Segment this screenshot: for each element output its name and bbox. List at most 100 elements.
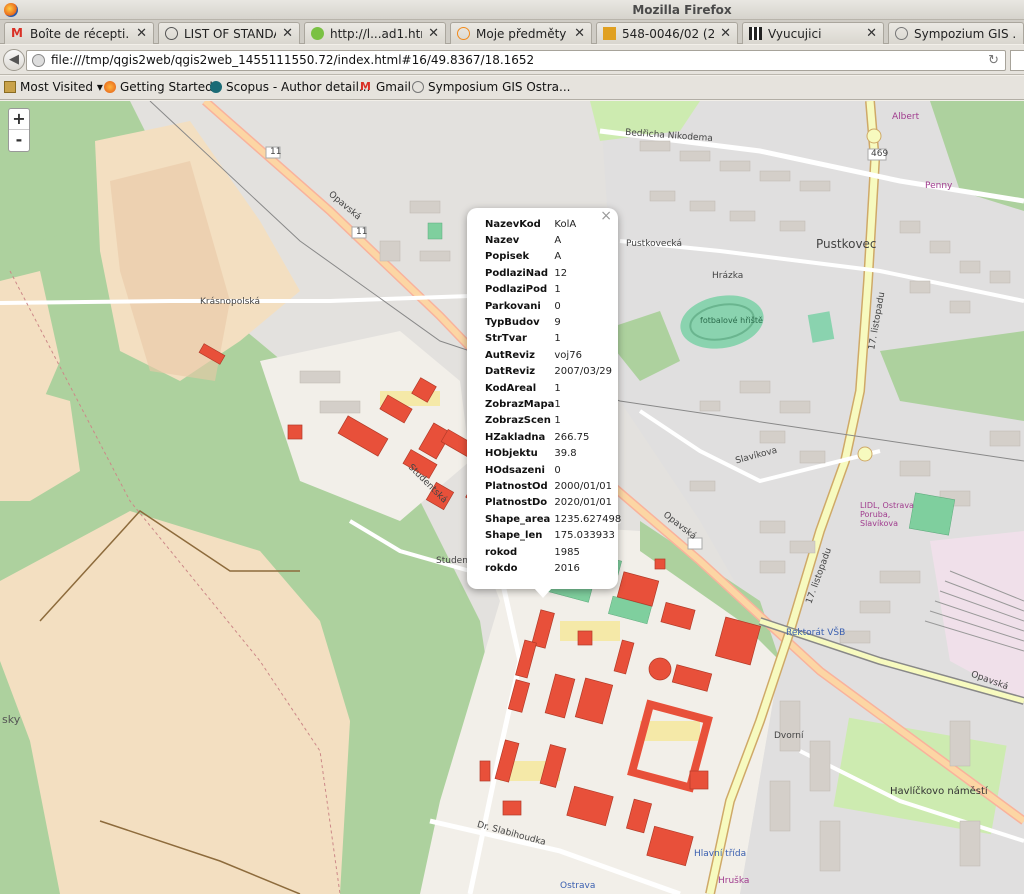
attribute-value: 2000/01/01: [554, 480, 613, 492]
zoom-out-button[interactable]: -: [9, 130, 29, 151]
grid-icon: [749, 27, 762, 40]
popup-close-button[interactable]: ×: [600, 208, 612, 224]
attribute-row: Shape_len 175.033933: [485, 527, 621, 543]
attribute-key: Nazev: [485, 235, 520, 247]
attribute-row: KodAreal 1: [485, 380, 621, 396]
tab-strip: M Boîte de récepti... ✕ LIST OF STANDA..…: [0, 20, 1024, 44]
tab-label: 548-0046/02 (20...: [622, 26, 714, 41]
zoom-control: + -: [8, 108, 30, 152]
attribute-value: A: [554, 251, 562, 263]
tab-moje-predmety[interactable]: Moje předměty ✕: [450, 22, 592, 44]
attribute-key: TypBudov: [485, 317, 540, 329]
site-identity-icon[interactable]: [32, 54, 45, 67]
attribute-key: Shape_len: [485, 530, 543, 542]
attribute-row: StrTvar 1: [485, 331, 621, 347]
bookmark-getting-started[interactable]: Getting Started: [104, 80, 213, 94]
bookmark-label: Symposium GIS Ostra...: [428, 80, 571, 94]
bookmark-symposium-gis[interactable]: Symposium GIS Ostra...: [412, 80, 570, 94]
attribute-row: ZobrazMapa 1: [485, 396, 621, 412]
attribute-key: PlatnostDo: [485, 497, 548, 509]
attribute-key: HZakladna: [485, 431, 546, 443]
attribute-row: TypBudov 9: [485, 314, 621, 330]
url-bar[interactable]: file:///tmp/qgis2web/qgis2web_1455111550…: [26, 50, 1006, 71]
attribute-value: 39.8: [554, 448, 577, 460]
bookmark-label: Most Visited ▾: [20, 80, 103, 94]
tab-vyucujici[interactable]: Vyucujici ✕: [742, 22, 884, 44]
tab-course-548[interactable]: 548-0046/02 (20... ✕: [596, 22, 738, 44]
moodle-icon: [457, 27, 470, 40]
tab-label: Boîte de récepti...: [30, 26, 131, 41]
attribute-key: Shape_area: [485, 513, 551, 525]
attribute-key: PodlaziPod: [485, 284, 548, 296]
attribute-row: DatReviz 2007/03/29: [485, 364, 621, 380]
tab-label: Vyucujici: [768, 26, 822, 41]
bookmark-label: Scopus - Author detail...: [226, 80, 371, 94]
feature-popup: × NazevKod KolA Nazev A Popisek A PodlaziNad 12…: [467, 208, 621, 598]
attribute-key: AutReviz: [485, 349, 535, 361]
gmail-icon: M: [11, 26, 23, 40]
scopus-icon: [210, 81, 222, 93]
attribute-value: 0: [554, 300, 561, 312]
close-tab-icon[interactable]: ✕: [428, 26, 439, 41]
bookmark-most-visited[interactable]: Most Visited ▾: [4, 80, 103, 94]
close-tab-icon[interactable]: ✕: [136, 26, 147, 41]
attribute-row: rokdo 2016: [485, 560, 621, 576]
reload-icon[interactable]: ↻: [988, 51, 999, 70]
bookmark-gmail[interactable]: M Gmail: [360, 80, 411, 94]
attribute-key: Parkovani: [485, 300, 541, 312]
url-text: file:///tmp/qgis2web/qgis2web_1455111550…: [51, 53, 535, 67]
map-canvas[interactable]: 11 11 469 Opavská Opavská Opavská Krásno…: [0, 101, 1024, 894]
folder-icon: [4, 81, 16, 93]
attribute-value: 1235.627498: [554, 513, 622, 525]
tab-sympozium-gis[interactable]: Sympozium GIS ...: [888, 22, 1024, 44]
tab-local-html[interactable]: http://l...ad1.html ✕: [304, 22, 446, 44]
attribute-row: rokod 1985: [485, 544, 621, 560]
attribute-key: DatReviz: [485, 366, 536, 378]
globe-icon: [895, 27, 908, 40]
back-button[interactable]: ◀: [3, 49, 25, 71]
navigation-toolbar: ◀ file:///tmp/qgis2web/qgis2web_14551115…: [0, 45, 1024, 75]
tab-label: http://l...ad1.html: [330, 26, 422, 41]
attribute-key: HOdsazeni: [485, 464, 545, 476]
zoom-in-button[interactable]: +: [9, 109, 29, 130]
search-box[interactable]: [1010, 50, 1024, 71]
attribute-value: 1985: [554, 546, 580, 558]
attribute-value: A: [554, 235, 562, 247]
attribute-value: 175.033933: [554, 530, 615, 542]
attribute-row: PlatnostDo 2020/01/01: [485, 495, 621, 511]
attribute-value: 12: [554, 267, 568, 279]
window-titlebar: Mozilla Firefox: [0, 0, 1024, 20]
attribute-value: 1: [554, 398, 561, 410]
attribute-value: 1: [554, 333, 561, 345]
attribute-key: ZobrazScen: [485, 415, 551, 427]
tab-label: LIST OF STANDA...: [184, 26, 276, 41]
tab-gmail[interactable]: M Boîte de récepti... ✕: [4, 22, 154, 44]
attribute-row: PlatnostOd 2000/01/01: [485, 478, 621, 494]
bookmark-scopus[interactable]: Scopus - Author detail...: [210, 80, 370, 94]
attribute-value: 2007/03/29: [554, 366, 613, 378]
attribute-key: KodAreal: [485, 382, 537, 394]
university-icon: [603, 27, 616, 40]
attribute-row: Nazev A: [485, 232, 621, 248]
close-tab-icon[interactable]: ✕: [574, 26, 585, 41]
attribute-value: 9: [554, 317, 561, 329]
close-tab-icon[interactable]: ✕: [866, 26, 877, 41]
bookmark-label: Getting Started: [120, 80, 213, 94]
attribute-value: 0: [554, 464, 561, 476]
attribute-key: StrTvar: [485, 333, 527, 345]
attribute-value: 1: [554, 284, 561, 296]
close-tab-icon[interactable]: ✕: [282, 26, 293, 41]
attribute-key: rokdo: [485, 562, 518, 574]
tab-list-of-standards[interactable]: LIST OF STANDA... ✕: [158, 22, 300, 44]
window-title: Mozilla Firefox: [632, 3, 732, 17]
tab-label: Sympozium GIS ...: [914, 26, 1017, 41]
attribute-value: voj76: [554, 349, 582, 361]
attribute-value: 1: [554, 415, 561, 427]
attribute-row: Shape_area 1235.627498: [485, 511, 621, 527]
attribute-row: PodlaziPod 1: [485, 282, 621, 298]
attribute-value: 2016: [554, 562, 580, 574]
attribute-row: PodlaziNad 12: [485, 265, 621, 281]
attribute-row: Parkovani 0: [485, 298, 621, 314]
attribute-key: ZobrazMapa: [485, 398, 555, 410]
close-tab-icon[interactable]: ✕: [720, 26, 731, 41]
